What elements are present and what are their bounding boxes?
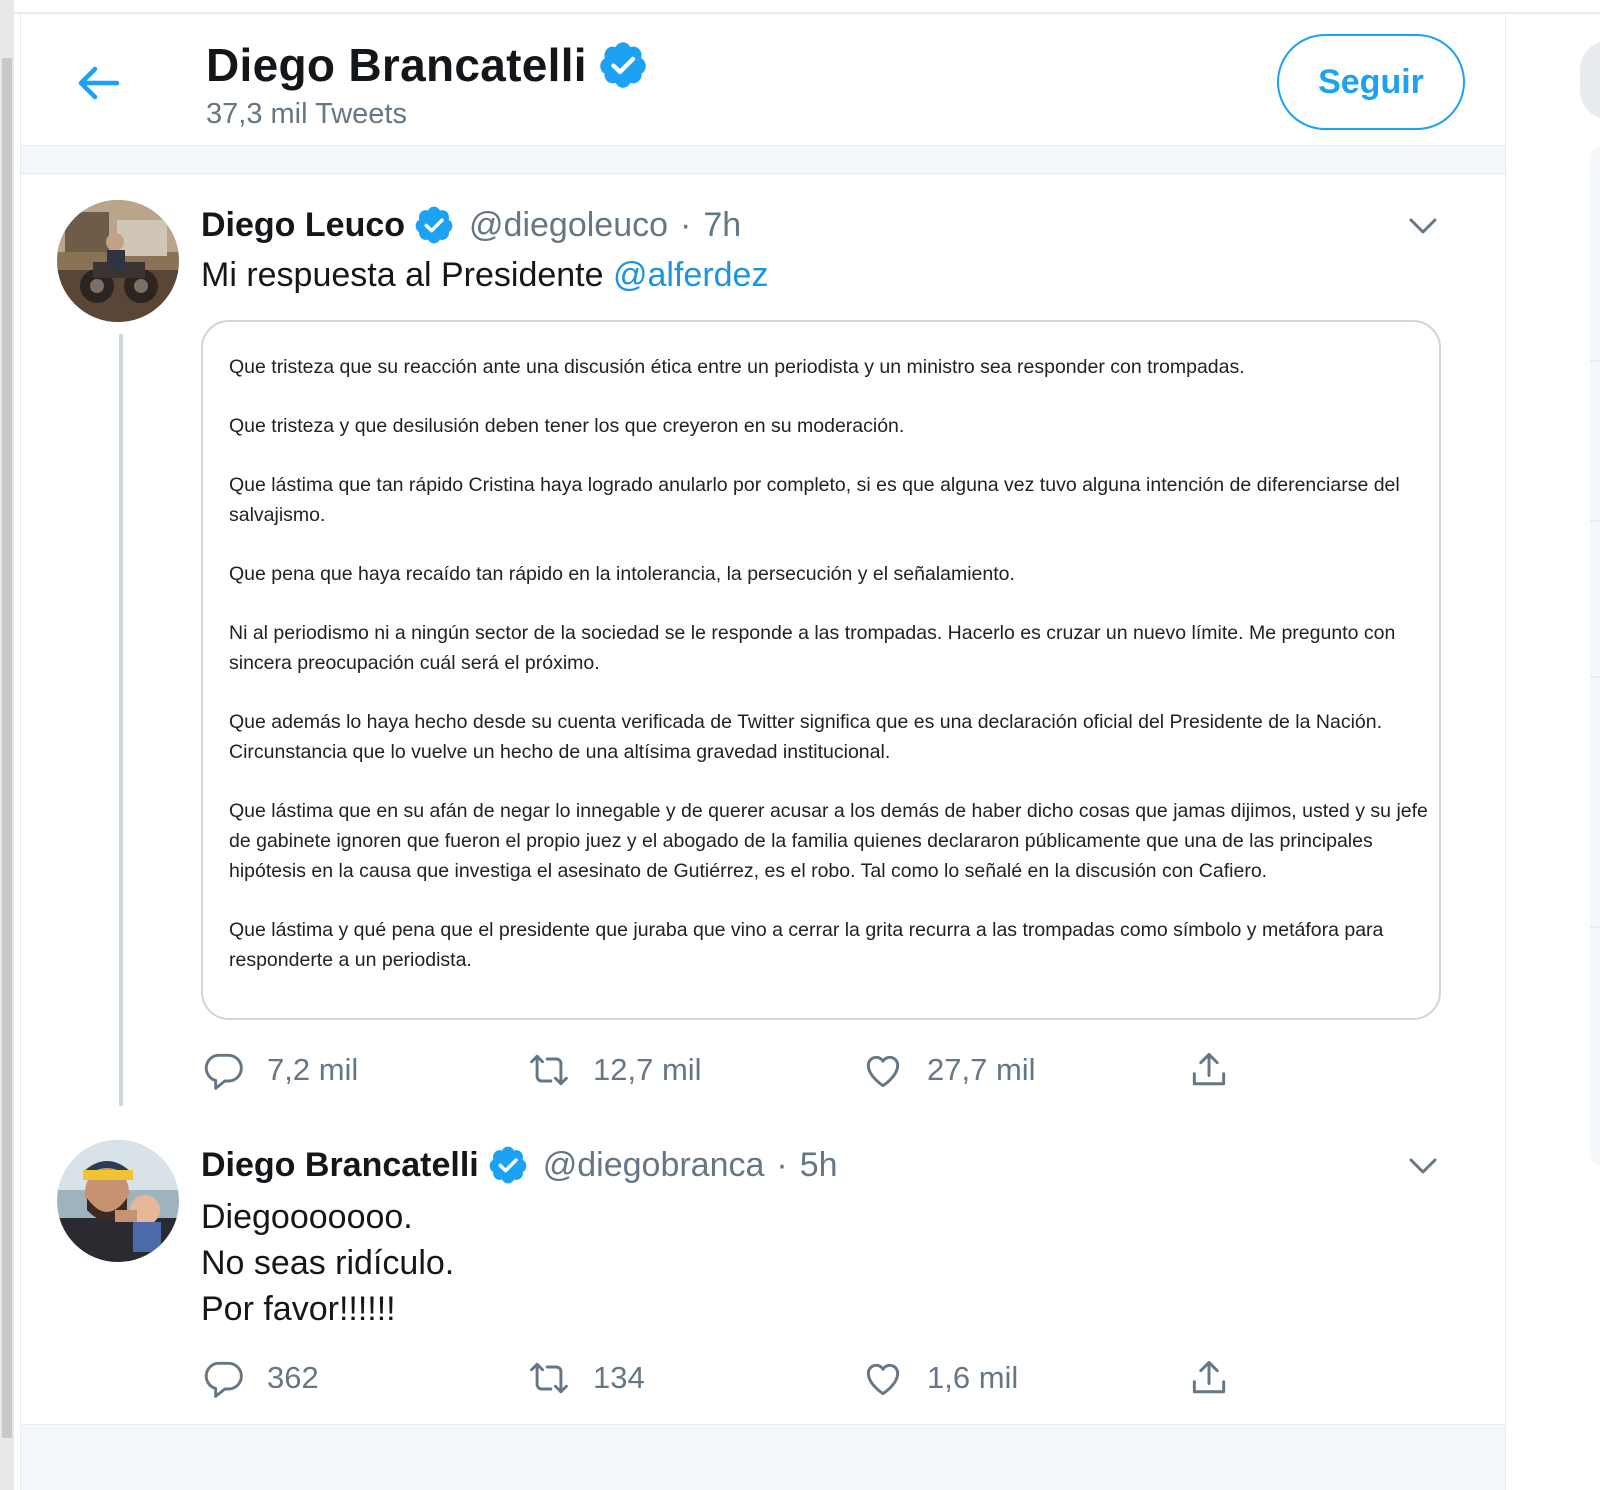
retweet-count: 134 — [593, 1360, 645, 1395]
image-paragraph: Que tristeza y que desilusión deben tene… — [229, 415, 905, 437]
retweet-button[interactable]: 134 — [527, 1356, 861, 1400]
like-count: 1,6 mil — [927, 1360, 1019, 1395]
tweet-line: Por favor!!!!!! — [201, 1290, 396, 1328]
share-icon — [1192, 1052, 1226, 1086]
tweet-timestamp[interactable]: 7h — [703, 206, 741, 245]
profile-name: Diego Brancatelli — [206, 39, 587, 91]
avatar-diego-leuco[interactable] — [57, 200, 179, 322]
tweet-header-2: Diego Brancatelli @diegobranca · 5h — [201, 1144, 838, 1186]
separator-dot: · — [776, 1145, 788, 1184]
retweet-button[interactable]: 12,7 mil — [527, 1048, 861, 1092]
share-button[interactable] — [1187, 1048, 1231, 1092]
follow-button[interactable]: Seguir — [1277, 34, 1465, 130]
image-paragraph: Que además lo haya hecho desde su cuenta… — [229, 711, 1383, 763]
sidebar-divider — [1590, 676, 1600, 678]
separator-dot: · — [680, 205, 692, 244]
left-scrollbar-thumb[interactable] — [2, 58, 12, 1438]
image-paragraph: Ni al periodismo ni a ningún sector de l… — [229, 622, 1396, 674]
reply-button[interactable]: 7,2 mil — [201, 1048, 527, 1092]
verified-badge-icon — [600, 42, 646, 88]
chevron-down-icon[interactable] — [1405, 208, 1441, 244]
heart-icon — [866, 1055, 900, 1088]
attached-image-text: Que tristeza que su reacción ante una di… — [229, 352, 1429, 1004]
verified-badge-icon — [415, 206, 453, 244]
image-paragraph: Que lástima que en su afán de negar lo i… — [229, 800, 1428, 882]
avatar-diego-brancatelli[interactable] — [57, 1140, 179, 1262]
retweet-icon — [530, 1362, 568, 1394]
tweet-line: Diegooooooo. — [201, 1198, 413, 1236]
tweet-text-2: Diegooooooo. No seas ridículo. Por favor… — [201, 1194, 454, 1332]
reply-count: 362 — [267, 1360, 319, 1395]
back-button[interactable] — [73, 58, 123, 108]
sidebar-avatar[interactable] — [1580, 40, 1600, 120]
image-paragraph: Que lástima y qué pena que el presidente… — [229, 919, 1384, 971]
verified-badge-icon — [489, 1146, 527, 1184]
attached-image[interactable]: Que tristeza que su reacción ante una di… — [201, 320, 1441, 1020]
like-count: 27,7 mil — [927, 1052, 1036, 1087]
reply-button[interactable]: 362 — [201, 1356, 527, 1400]
image-paragraph: Que tristeza que su reacción ante una di… — [229, 356, 1245, 378]
tweet-actions-2: 362 134 1,6 mil — [201, 1356, 1281, 1400]
chevron-down-icon[interactable] — [1405, 1148, 1441, 1184]
bottom-divider — [21, 1424, 1505, 1490]
tweet-author-handle[interactable]: @diegoleuco — [469, 206, 668, 245]
heart-icon — [866, 1363, 900, 1396]
retweet-icon — [530, 1054, 568, 1086]
tweet-text-1: Mi respuesta al Presidente @alferdez — [201, 252, 768, 298]
profile-header: Diego Brancatelli 37,3 mil Tweets Seguir — [21, 14, 1505, 146]
sidebar-panel — [1590, 146, 1600, 1166]
right-sidebar — [1530, 0, 1600, 1490]
arrow-left-icon — [78, 66, 120, 100]
tweet-body: Mi respuesta al Presidente — [201, 256, 613, 294]
reply-icon — [204, 1053, 243, 1090]
thread-connector — [119, 334, 123, 1106]
tweet-line: No seas ridículo. — [201, 1244, 455, 1282]
share-button[interactable] — [1187, 1356, 1231, 1400]
reply-icon — [204, 1361, 243, 1398]
tweet-author-name[interactable]: Diego Brancatelli — [201, 1146, 479, 1185]
avatar-photo — [57, 1140, 179, 1262]
image-paragraph: Que pena que haya recaído tan rápido en … — [229, 563, 1015, 585]
like-button[interactable]: 1,6 mil — [861, 1356, 1187, 1400]
mention-link[interactable]: @alferdez — [613, 256, 768, 294]
sidebar-divider — [1590, 926, 1600, 928]
tweet-timestamp[interactable]: 5h — [800, 1146, 838, 1185]
retweet-count: 12,7 mil — [593, 1052, 702, 1087]
tweet-actions-1: 7,2 mil 12,7 mil 27,7 mil — [201, 1048, 1281, 1092]
tweet-author-name[interactable]: Diego Leuco — [201, 206, 405, 245]
image-paragraph: Que lástima que tan rápido Cristina haya… — [229, 474, 1400, 526]
tweets-count: 37,3 mil Tweets — [206, 98, 407, 130]
sidebar-divider — [1590, 520, 1600, 522]
left-scrollbar[interactable] — [0, 0, 14, 1490]
tweet-header-1: Diego Leuco @diegoleuco · 7h — [201, 204, 741, 246]
avatar-photo — [57, 200, 179, 322]
main-column: Diego Brancatelli 37,3 mil Tweets Seguir — [20, 14, 1506, 1490]
sidebar-divider — [1590, 360, 1600, 362]
header-name-row: Diego Brancatelli — [206, 38, 649, 92]
share-icon — [1192, 1360, 1226, 1394]
reply-count: 7,2 mil — [267, 1052, 359, 1087]
section-divider — [21, 146, 1505, 174]
like-button[interactable]: 27,7 mil — [861, 1048, 1187, 1092]
tweet-author-handle[interactable]: @diegobranca — [543, 1146, 765, 1185]
